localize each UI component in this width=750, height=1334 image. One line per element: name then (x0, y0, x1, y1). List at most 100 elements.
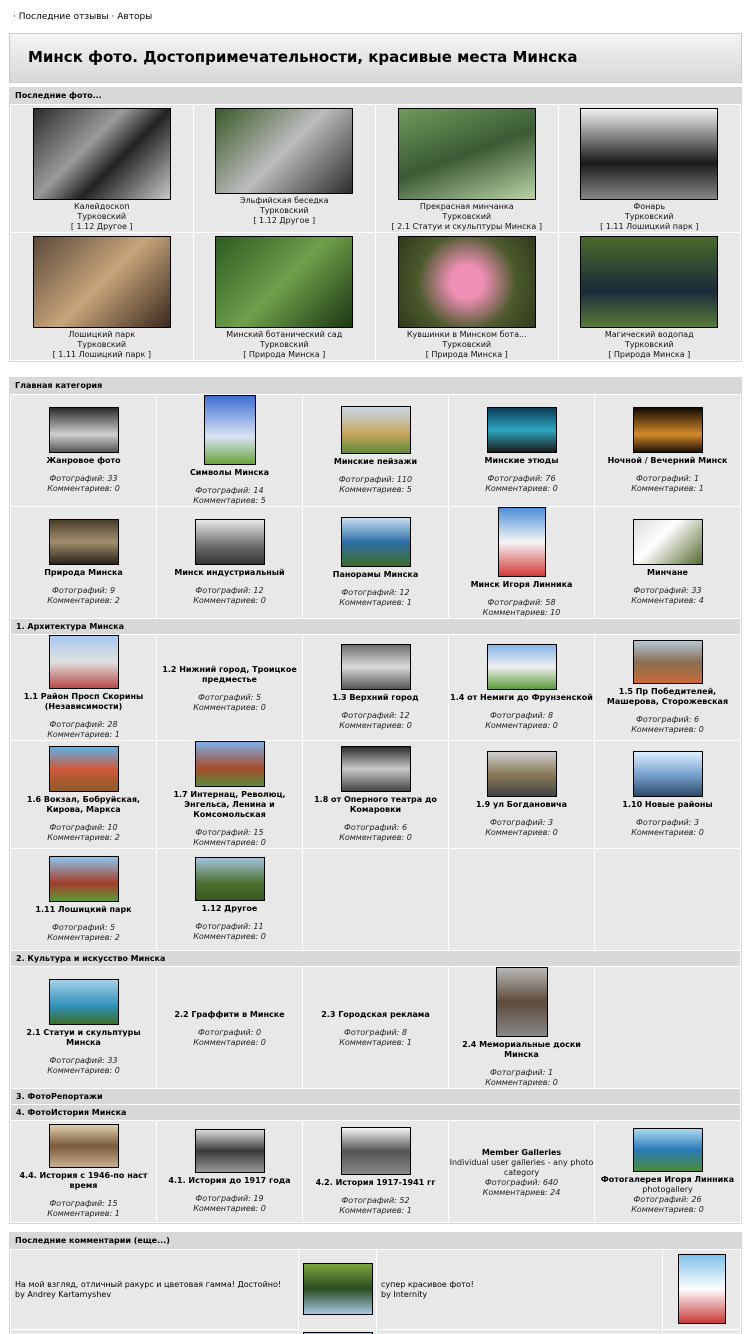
category-cell: Минчане Фотографий: 33 Комментариев: 4 (594, 506, 741, 619)
photo-thumbnail[interactable] (580, 108, 719, 200)
category-photo-count: Фотографий: 19 (195, 1194, 264, 1203)
category-thumbnail[interactable] (632, 1128, 703, 1172)
category-name[interactable]: 1.7 Интернац, Революц, Энгельса, Ленина … (157, 790, 302, 820)
photo-category[interactable]: [ Природа Минска ] (376, 350, 558, 360)
photo-thumbnail[interactable] (32, 108, 171, 200)
category-thumbnail[interactable] (203, 395, 256, 465)
category-name[interactable]: Фотогалерея Игоря Линника (595, 1175, 740, 1185)
category-name[interactable]: Минск Игоря Линника (449, 580, 594, 590)
category-thumbnail[interactable] (340, 1127, 411, 1175)
category-thumbnail[interactable] (340, 746, 411, 792)
category-thumbnail[interactable] (194, 741, 265, 787)
category-name[interactable]: Панорамы Минска (303, 570, 448, 580)
category-thumbnail[interactable] (486, 644, 557, 690)
category-name[interactable]: 1.11 Лошицкий парк (11, 905, 156, 915)
category-thumbnail[interactable] (632, 519, 703, 565)
category-cell: Минские этюды Фотографий: 76 Комментариев:… (448, 394, 595, 507)
category-name[interactable]: 1.10 Новые районы (595, 800, 740, 810)
category-thumbnail[interactable] (48, 635, 119, 689)
category-thumbnail[interactable] (48, 407, 119, 453)
category-name[interactable]: 2.3 Городская реклама (303, 1010, 448, 1020)
photo-thumbnail[interactable] (580, 236, 719, 328)
latest-reviews-link[interactable]: Последние отзывы (19, 12, 109, 22)
photo-author: Турковский (442, 340, 492, 349)
photo-thumbnail[interactable] (32, 236, 171, 328)
category-name[interactable]: Жанровое фото (11, 456, 156, 466)
category-name[interactable]: 1.6 Вокзал, Бобруйская, Кирова, Маркса (11, 795, 156, 815)
category-thumbnail[interactable] (486, 751, 557, 797)
photo-thumbnail[interactable] (397, 236, 536, 328)
category-name[interactable]: 1.8 от Оперного театра до Комаровки (303, 795, 448, 815)
category-thumbnail[interactable] (194, 519, 265, 565)
category-thumbnail[interactable] (486, 407, 557, 453)
category-name[interactable]: Минчане (595, 568, 740, 578)
photo-category[interactable]: [ 1.12 Другое ] (194, 216, 376, 226)
category-comment-count: Комментариев: 1 (47, 730, 120, 739)
section-header[interactable]: 4. ФотоИстория Минска (10, 1104, 741, 1121)
category-thumbnail[interactable] (48, 519, 119, 565)
category-thumbnail[interactable] (48, 1124, 119, 1168)
category-thumbnail[interactable] (340, 517, 411, 567)
category-name[interactable]: 1.4 от Немиги до Фрунзенской (449, 693, 594, 703)
category-name[interactable]: Символы Минска (157, 468, 302, 478)
category-name[interactable]: Member Galleries (449, 1148, 594, 1158)
section-header[interactable]: 2. Культура и искусство Минска (10, 950, 741, 967)
latest-comments-title[interactable]: Последние комментарии (еще...) (10, 1233, 741, 1249)
comment-cell (376, 1329, 663, 1334)
category-name[interactable]: Минские пейзажи (303, 457, 448, 467)
category-thumbnail[interactable] (495, 967, 548, 1037)
category-name[interactable]: Минские этюды (449, 456, 594, 466)
latest-photos-title[interactable]: Последние фото... (10, 88, 741, 104)
photo-thumbnail[interactable] (215, 108, 354, 194)
category-name[interactable]: Минск индустриальный (157, 568, 302, 578)
section-header[interactable]: 1. Архитектура Минска (10, 618, 741, 635)
category-name[interactable]: 1.5 Пр Победителей, Машерова, Сторожевск… (595, 687, 740, 707)
category-name[interactable]: 2.2 Граффити в Минске (157, 1010, 302, 1020)
category-name[interactable]: 1.1 Район Просп Скорины (Независимости) (11, 692, 156, 712)
category-thumbnail[interactable] (194, 857, 265, 901)
category-thumbnail[interactable] (340, 406, 411, 454)
photo-category[interactable]: [ Природа Минска ] (559, 350, 741, 360)
category-name[interactable]: 2.4 Мемориальные доски Минска (449, 1040, 594, 1060)
category-name[interactable]: 1.2 Нижний город, Троицкое предместье (157, 665, 302, 685)
category-thumbnail[interactable] (632, 751, 703, 797)
category-name[interactable]: 1.9 ул Богдановича (449, 800, 594, 810)
photo-thumbnail[interactable] (397, 108, 536, 200)
category-thumbnail[interactable] (632, 640, 703, 684)
category-name[interactable]: 4.1. История до 1917 года (157, 1176, 302, 1186)
category-photo-count: Фотографий: 26 (633, 1195, 702, 1204)
photo-card: Кувшинки в Минском бота... Турковский [ … (375, 232, 559, 361)
category-thumbnail[interactable] (632, 407, 703, 453)
photo-category[interactable]: [ 1.11 Лошицкий парк ] (11, 350, 193, 360)
category-name[interactable]: 2.1 Статуи и скульптуры Минска (11, 1028, 156, 1048)
category-cell: 1.6 Вокзал, Бобруйская, Кирова, Маркса Фо… (10, 740, 157, 849)
comment-photo-thumbnail[interactable] (302, 1262, 373, 1315)
photo-thumbnail[interactable] (215, 236, 354, 328)
category-name[interactable]: 1.12 Другое (157, 904, 302, 914)
category-name[interactable]: 4.4. История с 1946-по наст время (11, 1171, 156, 1191)
category-name[interactable]: Ночной / Вечерний Минск (595, 456, 740, 466)
photo-category[interactable]: [ 2.1 Статуи и скульптуры Минска ] (376, 222, 558, 232)
photo-author: Турковский (624, 212, 674, 221)
photo-category[interactable]: [ 1.12 Другое ] (11, 222, 193, 232)
category-thumbnail[interactable] (497, 507, 546, 577)
category-thumbnail[interactable] (340, 644, 411, 690)
category-thumbnail[interactable] (48, 979, 119, 1025)
category-cell: Минск Игоря Линника Фотографий: 58 Коммент… (448, 506, 595, 619)
category-name[interactable]: Природа Минска (11, 568, 156, 578)
section-header[interactable]: 3. ФотоРепортажи (10, 1088, 741, 1105)
category-thumbnail[interactable] (48, 856, 119, 902)
authors-link[interactable]: Авторы (117, 12, 152, 22)
category-thumbnail[interactable] (194, 1129, 265, 1173)
category-comment-count: Комментариев: 2 (47, 833, 120, 842)
comment-photo-thumbnail[interactable] (677, 1253, 726, 1324)
category-cell: Жанровое фото Фотографий: 33 Комментариев:… (10, 394, 157, 507)
photo-category[interactable]: [ Природа Минска ] (194, 350, 376, 360)
category-thumbnail[interactable] (48, 746, 119, 792)
category-name[interactable]: 4.2. История 1917-1941 гг (303, 1178, 448, 1188)
category-cell: 2.4 Мемориальные доски Минска Фотографий:… (448, 966, 595, 1089)
category-cell: 2.3 Городская реклама Фотографий: 8 Коммен… (302, 966, 449, 1089)
photo-category[interactable]: [ 1.11 Лошицкий парк ] (559, 222, 741, 232)
photo-card: Прекрасная минчанка Турковский [ 2.1 Ста… (375, 104, 559, 233)
category-name[interactable]: 1.3 Верхний город (303, 693, 448, 703)
